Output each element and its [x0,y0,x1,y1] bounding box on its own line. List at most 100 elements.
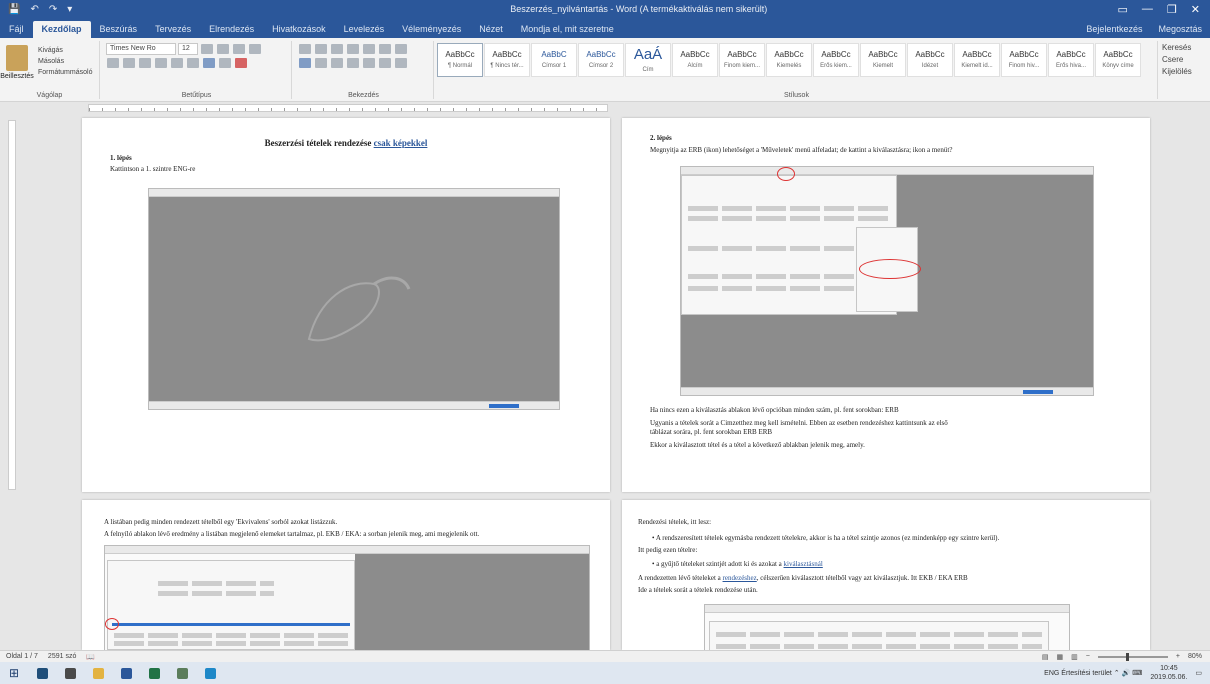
style-item[interactable]: AaBbCc Alcím [672,43,718,77]
style-item[interactable]: AaBbCc Kiemelés [766,43,812,77]
sort-icon[interactable] [379,44,391,54]
word-taskbar-icon[interactable] [112,662,140,684]
tab-insert[interactable]: Beszúrás [91,21,147,38]
grow-font-icon[interactable] [201,44,213,54]
italic-icon[interactable] [123,58,135,68]
style-item[interactable]: AaBbCc Idézet [907,43,953,77]
search-taskbar-icon[interactable] [28,662,56,684]
paste-icon[interactable] [6,45,28,71]
style-item[interactable]: AaBbCc Kiemelt id... [954,43,1000,77]
tab-mailings[interactable]: Levelezés [335,21,394,38]
page-count[interactable]: Oldal 1 / 7 [6,653,38,661]
sign-in-link[interactable]: Bejelentkezés [1078,21,1150,38]
tab-references[interactable]: Hivatkozások [263,21,335,38]
align-center-icon[interactable] [315,58,327,68]
zoom-in-icon[interactable]: + [1176,653,1180,660]
title-link[interactable]: csak képekkel [374,138,428,148]
redo-icon[interactable]: ↷ [49,4,57,15]
document-page-2[interactable]: 2. lépés Megnyitja az ERB (ikon) lehetős… [622,118,1150,492]
font-size-select[interactable]: 12 [178,43,198,55]
numbering-icon[interactable] [315,44,327,54]
tab-home[interactable]: Kezdőlap [32,21,91,38]
read-mode-icon[interactable]: ▤ [1042,653,1049,661]
task-view-taskbar-icon[interactable] [56,662,84,684]
change-case-icon[interactable] [233,44,245,54]
increase-indent-icon[interactable] [363,44,375,54]
style-item[interactable]: AaBbCc Kiemelt [860,43,906,77]
subscript-icon[interactable] [171,58,183,68]
page4-link-2[interactable]: rendezéshez [723,574,757,582]
tab-view[interactable]: Nézet [470,21,512,38]
bullets-icon[interactable] [299,44,311,54]
share-button[interactable]: Megosztás [1150,21,1210,38]
close-button[interactable]: ✕ [1191,3,1200,16]
select-button[interactable]: Kijelölés [1162,66,1192,78]
find-button[interactable]: Keresés [1162,42,1192,54]
tray-icons[interactable]: ENG Értesítési terület ⌃ 🔊 ⌨ [1044,669,1142,677]
text-effects-icon[interactable] [203,58,215,68]
ribbon-display-icon[interactable]: ▭ [1118,3,1128,16]
justify-icon[interactable] [347,58,359,68]
edge-taskbar-icon[interactable] [196,662,224,684]
tell-me-search[interactable]: Mondja el, mit szeretne [512,21,623,38]
start-button[interactable]: ⊞ [0,662,28,684]
show-marks-icon[interactable] [395,44,407,54]
save-icon[interactable]: 💾 [8,4,20,15]
copy-button[interactable]: Másolás [38,56,92,67]
align-left-icon[interactable] [299,58,311,68]
style-item[interactable]: AaBbCc ¶ Nincs tér... [484,43,530,77]
replace-button[interactable]: Csere [1162,54,1192,66]
cut-button[interactable]: Kivágás [38,45,92,56]
style-item[interactable]: AaBbCc Könyv címe [1095,43,1141,77]
style-item[interactable]: AaBbCc Finom hiv... [1001,43,1047,77]
clear-format-icon[interactable] [249,44,261,54]
document-page-3[interactable]: A listában pedig minden rendezett tételb… [82,500,610,650]
undo-icon[interactable]: ↶ [30,4,38,15]
print-layout-icon[interactable]: ▦ [1057,653,1064,661]
highlight-icon[interactable] [219,58,231,68]
borders-icon[interactable] [395,58,407,68]
app-taskbar-icon[interactable] [168,662,196,684]
style-item[interactable]: AaBbCc Erős kiem... [813,43,859,77]
font-family-select[interactable]: Times New Ro [106,43,176,55]
strikethrough-icon[interactable] [155,58,167,68]
align-right-icon[interactable] [331,58,343,68]
style-item[interactable]: AaBbCc ¶ Normál [437,43,483,77]
web-layout-icon[interactable]: ▥ [1071,653,1078,661]
clock[interactable]: 10:45 2019.05.06. [1150,664,1187,682]
horizontal-ruler[interactable] [0,102,1210,114]
decrease-indent-icon[interactable] [347,44,359,54]
style-item[interactable]: AaÁ Cím [625,43,671,77]
customize-icon[interactable]: ▾ [67,4,72,15]
format-painter-button[interactable]: Formátummásoló [38,67,92,78]
zoom-out-icon[interactable]: − [1086,653,1090,660]
document-page-1[interactable]: Beszerzési tételek rendezése csak képekk… [82,118,610,492]
style-item[interactable]: AaBbCc Címsor 2 [578,43,624,77]
shrink-font-icon[interactable] [217,44,229,54]
tab-review[interactable]: Véleményezés [393,21,470,38]
superscript-icon[interactable] [187,58,199,68]
document-page-4[interactable]: Rendezési tételek, itt lesz: • A rendsze… [622,500,1150,650]
tab-file[interactable]: Fájl [0,21,33,38]
font-color-icon[interactable] [235,58,247,68]
shading-icon[interactable] [379,58,391,68]
paste-button[interactable]: Beillesztés [0,73,34,80]
style-item[interactable]: AaBbCc Erős hiva... [1048,43,1094,77]
maximize-button[interactable]: ❐ [1167,3,1177,16]
style-item[interactable]: AaBbC Címsor 1 [531,43,577,77]
vertical-ruler[interactable] [8,120,16,490]
zoom-slider[interactable] [1097,652,1168,661]
tab-layout[interactable]: Elrendezés [200,21,263,38]
style-item[interactable]: AaBbCc Finom kiem... [719,43,765,77]
proofing-icon[interactable]: 📖 [86,653,95,661]
line-spacing-icon[interactable] [363,58,375,68]
bold-icon[interactable] [107,58,119,68]
excel-taskbar-icon[interactable] [140,662,168,684]
underline-icon[interactable] [139,58,151,68]
zoom-level[interactable]: 80% [1188,653,1202,660]
word-count[interactable]: 2591 szó [48,653,76,661]
page4-link-1[interactable]: kiválasztásnál [784,560,823,568]
minimize-button[interactable]: — [1142,3,1153,16]
explorer-taskbar-icon[interactable] [84,662,112,684]
tab-design[interactable]: Tervezés [146,21,200,38]
